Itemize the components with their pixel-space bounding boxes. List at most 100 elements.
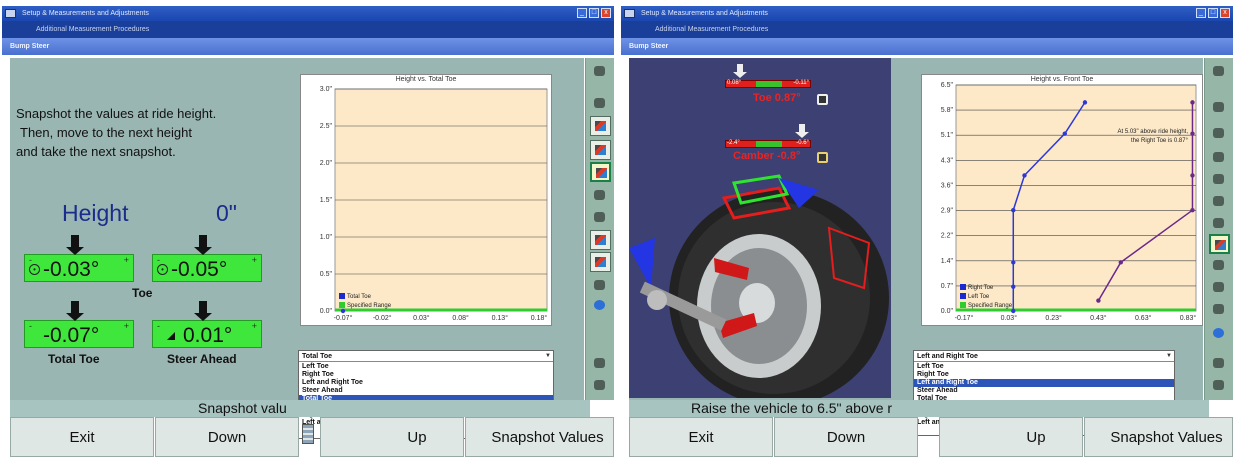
data-point bbox=[340, 308, 346, 314]
printer-icon[interactable] bbox=[590, 252, 611, 272]
y-tick-label: 2.2" bbox=[941, 233, 954, 240]
tsb-icon[interactable] bbox=[590, 116, 611, 136]
printer-icon[interactable] bbox=[1209, 256, 1230, 276]
dropdown-option[interactable]: Left Toe bbox=[299, 363, 553, 371]
close-button[interactable]: x bbox=[1220, 8, 1230, 18]
x-tick-label: -0.17° bbox=[955, 314, 974, 322]
legend-swatch bbox=[960, 293, 966, 299]
down-button[interactable]: Down bbox=[774, 417, 918, 457]
legend-label: Total Toe bbox=[347, 294, 372, 300]
settings-icon[interactable] bbox=[1209, 278, 1230, 298]
instruction-line: Snapshot the values at ride height. bbox=[16, 106, 217, 121]
caster-icon[interactable] bbox=[1209, 214, 1230, 234]
x-tick-label: 0.83° bbox=[1180, 314, 1197, 322]
steer-ahead-label: Steer Ahead bbox=[167, 352, 237, 366]
list-scroll-icon[interactable] bbox=[302, 424, 314, 444]
bump-steer-icon[interactable] bbox=[1209, 234, 1230, 254]
exit-button[interactable]: Exit bbox=[629, 417, 773, 457]
legend-swatch bbox=[960, 302, 966, 308]
data-point bbox=[1011, 260, 1016, 265]
wheel-icon[interactable] bbox=[1209, 170, 1230, 190]
x-tick-label: 0.63° bbox=[1135, 314, 1152, 322]
minus-sign: - bbox=[29, 321, 32, 331]
minimize-button[interactable]: _ bbox=[577, 8, 587, 18]
plus-sign: + bbox=[251, 255, 257, 265]
height-value: 0" bbox=[216, 200, 237, 226]
data-point bbox=[1190, 207, 1195, 213]
y-tick-label: 0.5" bbox=[320, 271, 333, 278]
chevron-down-icon[interactable]: ▼ bbox=[544, 352, 552, 360]
right-toe-value: -0.05° bbox=[171, 258, 228, 281]
y-tick-label: 5.8" bbox=[941, 107, 954, 114]
tool-icon[interactable] bbox=[1209, 124, 1230, 144]
total-toe-value: -0.07° bbox=[43, 324, 100, 347]
section-header: Bump Steer bbox=[2, 38, 614, 55]
minimize-button[interactable]: _ bbox=[1196, 8, 1206, 18]
data-point bbox=[1022, 173, 1027, 178]
left-toe-gauge: - + • -0.03° bbox=[24, 235, 134, 282]
app-icon bbox=[5, 9, 16, 18]
snapshot-values-button[interactable]: Snapshot Values bbox=[465, 417, 614, 457]
chart-annotation: the Right Toe is 0.87° bbox=[1131, 138, 1189, 144]
toe-icon: • bbox=[29, 264, 40, 275]
dropdown-option[interactable]: Steer Ahead bbox=[299, 387, 553, 395]
help-icon[interactable] bbox=[590, 62, 611, 82]
report-icon[interactable] bbox=[1209, 98, 1230, 118]
down-button[interactable]: Down bbox=[155, 417, 299, 457]
steering-wheel-icon[interactable] bbox=[1209, 354, 1230, 374]
close-button[interactable]: x bbox=[601, 8, 611, 18]
left-window: Setup & Measurements and Adjustments _ □… bbox=[2, 6, 614, 457]
steering-wheel-icon[interactable] bbox=[590, 354, 611, 374]
dropdown-option[interactable]: Left Toe bbox=[914, 363, 1174, 371]
x-tick-label: 0.08° bbox=[452, 314, 469, 322]
dropdown-option[interactable]: Steer Ahead bbox=[914, 387, 1174, 395]
info-icon[interactable] bbox=[590, 296, 611, 316]
up-button[interactable]: Up bbox=[320, 417, 464, 457]
alignment-icon[interactable] bbox=[1209, 148, 1230, 168]
legend-swatch bbox=[339, 302, 345, 308]
data-point bbox=[1062, 131, 1067, 136]
x-tick-label: 0.03° bbox=[1001, 314, 1018, 322]
maximize-button[interactable]: □ bbox=[589, 8, 599, 18]
total-toe-label: Total Toe bbox=[48, 352, 100, 366]
procedure-subtitle: Additional Measurement Procedures bbox=[621, 21, 1233, 38]
steer-ahead-value: 0.01° bbox=[183, 324, 233, 347]
y-tick-label: 3.0" bbox=[320, 86, 333, 93]
wheel-icon[interactable] bbox=[590, 186, 611, 206]
y-tick-label: 2.5" bbox=[320, 123, 333, 130]
report-icon[interactable] bbox=[590, 230, 611, 250]
exit-button[interactable]: Exit bbox=[10, 417, 154, 457]
legend-swatch bbox=[339, 293, 345, 299]
dropdown-selected[interactable]: Left and Right Toe bbox=[914, 351, 1174, 362]
maximize-button[interactable]: □ bbox=[1208, 8, 1218, 18]
camber-icon[interactable] bbox=[590, 208, 611, 228]
settings-icon[interactable] bbox=[590, 276, 611, 296]
toe-label: Toe bbox=[132, 286, 153, 300]
up-button[interactable]: Up bbox=[939, 417, 1083, 457]
x-tick-label: 0.13° bbox=[492, 314, 509, 322]
axle-icon[interactable] bbox=[590, 376, 611, 396]
chevron-down-icon[interactable]: ▼ bbox=[1165, 352, 1173, 360]
snapshot-values-button[interactable]: Snapshot Values bbox=[1084, 417, 1233, 457]
camber-icon[interactable] bbox=[1209, 192, 1230, 212]
axle-icon[interactable] bbox=[1209, 376, 1230, 396]
dropdown-selected[interactable]: Total Toe bbox=[299, 351, 553, 362]
wheel-illustration bbox=[629, 174, 889, 398]
plus-sign: + bbox=[123, 255, 129, 265]
dropdown-option[interactable]: Left and Right Toe bbox=[299, 379, 553, 387]
dropdown-option[interactable]: Right Toe bbox=[914, 371, 1174, 379]
info-icon[interactable] bbox=[1209, 324, 1230, 344]
help-icon[interactable] bbox=[1209, 62, 1230, 82]
window-title: Setup & Measurements and Adjustments bbox=[22, 10, 149, 17]
alignment-icon[interactable] bbox=[590, 140, 611, 160]
legend-swatch bbox=[960, 284, 966, 290]
data-point bbox=[1082, 100, 1088, 105]
wheel-scene: 0.08° -0.11° Toe 0.87° -2.4° -0.6° Cambe… bbox=[629, 58, 891, 398]
dropdown-option[interactable]: Left and Right Toe bbox=[914, 379, 1174, 387]
legend-label: Left Toe bbox=[968, 294, 990, 300]
bump-steer-icon[interactable] bbox=[590, 162, 611, 182]
car-icon[interactable] bbox=[1209, 300, 1230, 320]
tool-icon[interactable] bbox=[590, 94, 611, 114]
total-toe-gauge: - + -0.07° bbox=[24, 301, 134, 348]
dropdown-option[interactable]: Right Toe bbox=[299, 371, 553, 379]
